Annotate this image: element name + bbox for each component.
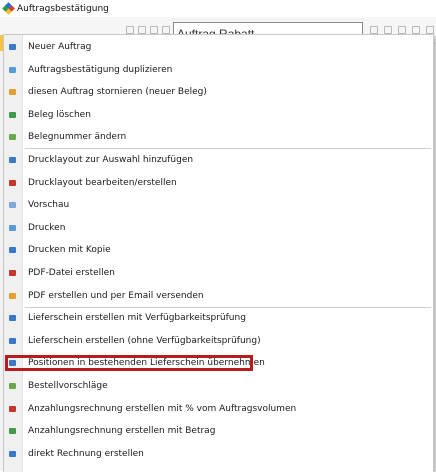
menu-item[interactable]: Anzahlungsrechnung erstellen mit % vom A… bbox=[4, 398, 433, 421]
menu-item-label: Lieferschein erstellen mit Verfügbarkeit… bbox=[28, 313, 246, 324]
menu-item-label: Anzahlungsrechnung erstellen mit Betrag bbox=[28, 426, 216, 437]
menu-item-label: Drucken bbox=[28, 222, 66, 233]
menu-item[interactable]: Neuer Auftrag bbox=[4, 36, 433, 59]
menu-item-label: Lieferschein erstellen (ohne Verfügbarke… bbox=[28, 335, 261, 346]
menu-item-label: Vorschau bbox=[28, 200, 70, 211]
toolbar-button-icon[interactable] bbox=[126, 26, 134, 34]
pdf-email-icon bbox=[9, 292, 16, 299]
menu-item[interactable]: Lieferschein erstellen mit Verfügbarkeit… bbox=[4, 307, 433, 330]
menu-item-label: direkt Rechnung erstellen bbox=[28, 448, 144, 459]
menu-item[interactable]: Vorschau bbox=[4, 194, 433, 217]
down-payment-amount-icon bbox=[9, 428, 16, 435]
toolbar-button-icon[interactable] bbox=[150, 26, 158, 34]
menu-item[interactable]: Lieferschein erstellen (ohne Verfügbarke… bbox=[4, 330, 433, 353]
menu-item[interactable]: Auftragsbestätigung duplizieren bbox=[4, 59, 433, 82]
menu-item[interactable]: Beleg löschen bbox=[4, 104, 433, 127]
menu-item[interactable]: PDF erstellen und per Email versenden bbox=[4, 285, 433, 308]
toolbar-button-icon[interactable] bbox=[384, 26, 392, 34]
menu-item-label: Beleg löschen bbox=[28, 109, 91, 120]
title-bar: Auftragsbestätigung bbox=[0, 0, 436, 17]
edit-number-icon bbox=[9, 134, 16, 141]
menu-item[interactable]: PDF-Datei erstellen bbox=[4, 262, 433, 285]
toolbar-button-icon[interactable] bbox=[412, 26, 420, 34]
menu-item[interactable]: Drucklayout zur Auswahl hinzufügen bbox=[4, 149, 433, 172]
add-layout-icon bbox=[9, 157, 16, 163]
print-copy-icon bbox=[9, 247, 16, 254]
menu-item-label: Drucklayout zur Auswahl hinzufügen bbox=[28, 155, 194, 165]
menu-item[interactable]: diesen Auftrag stornieren (neuer Beleg) bbox=[4, 81, 433, 104]
toolbar-button-icon[interactable] bbox=[138, 26, 146, 34]
duplicate-icon bbox=[9, 66, 16, 73]
context-menu: Neuer Auftrag Auftragsbestätigung duplizi… bbox=[3, 34, 434, 472]
menu-item-label: Bestellvorschläge bbox=[28, 381, 108, 391]
menu-item-label: PDF erstellen und per Email versenden bbox=[28, 290, 204, 301]
menu-item[interactable]: Belegnummer ändern bbox=[4, 126, 433, 149]
highlight-frame bbox=[5, 355, 253, 372]
menu-item-label: Neuer Auftrag bbox=[28, 42, 92, 52]
menu-item[interactable]: Drucken bbox=[4, 217, 433, 240]
menu-item[interactable]: Anzahlungsrechnung erstellen mit Betrag bbox=[4, 420, 433, 443]
menu-item-label: Drucklayout bearbeiten/erstellen bbox=[28, 177, 177, 188]
cancel-document-icon bbox=[9, 89, 16, 96]
menu-item-label: PDF-Datei erstellen bbox=[28, 268, 115, 278]
preview-icon bbox=[9, 202, 16, 209]
delivery-note-icon bbox=[9, 337, 16, 344]
print-icon bbox=[9, 224, 16, 231]
order-suggestions-icon bbox=[9, 383, 16, 389]
delivery-note-check-icon bbox=[9, 315, 16, 322]
menu-item[interactable]: Drucklayout bearbeiten/erstellen bbox=[4, 172, 433, 195]
menu-item-label: diesen Auftrag stornieren (neuer Beleg) bbox=[28, 87, 207, 98]
menu-separator bbox=[25, 307, 431, 308]
toolbar-button-icon[interactable] bbox=[162, 26, 170, 34]
toolbar-button-icon[interactable] bbox=[426, 26, 434, 34]
window-title: Auftragsbestätigung bbox=[17, 3, 109, 14]
edit-layout-icon bbox=[9, 179, 16, 186]
app-logo-icon bbox=[2, 2, 15, 15]
toolbar-button-icon[interactable] bbox=[370, 26, 378, 34]
menu-item-label: Belegnummer ändern bbox=[28, 132, 127, 143]
delete-document-icon bbox=[9, 111, 16, 118]
menu-item-label: Anzahlungsrechnung erstellen mit % vom A… bbox=[28, 403, 297, 414]
menu-item[interactable]: Drucken mit Kopie bbox=[4, 239, 433, 262]
menu-item[interactable]: Bestellvorschläge bbox=[4, 375, 433, 398]
menu-separator bbox=[25, 148, 431, 149]
pdf-icon bbox=[9, 270, 16, 276]
menu-item[interactable]: direkt Rechnung erstellen bbox=[4, 443, 433, 466]
menu-item-label: Auftragsbestätigung duplizieren bbox=[28, 64, 173, 75]
toolbar-button-icon[interactable] bbox=[398, 26, 406, 34]
menu-item-label: Drucken mit Kopie bbox=[28, 245, 111, 256]
down-payment-percent-icon bbox=[9, 405, 16, 412]
direct-invoice-icon bbox=[9, 450, 16, 457]
new-order-icon bbox=[9, 44, 16, 50]
